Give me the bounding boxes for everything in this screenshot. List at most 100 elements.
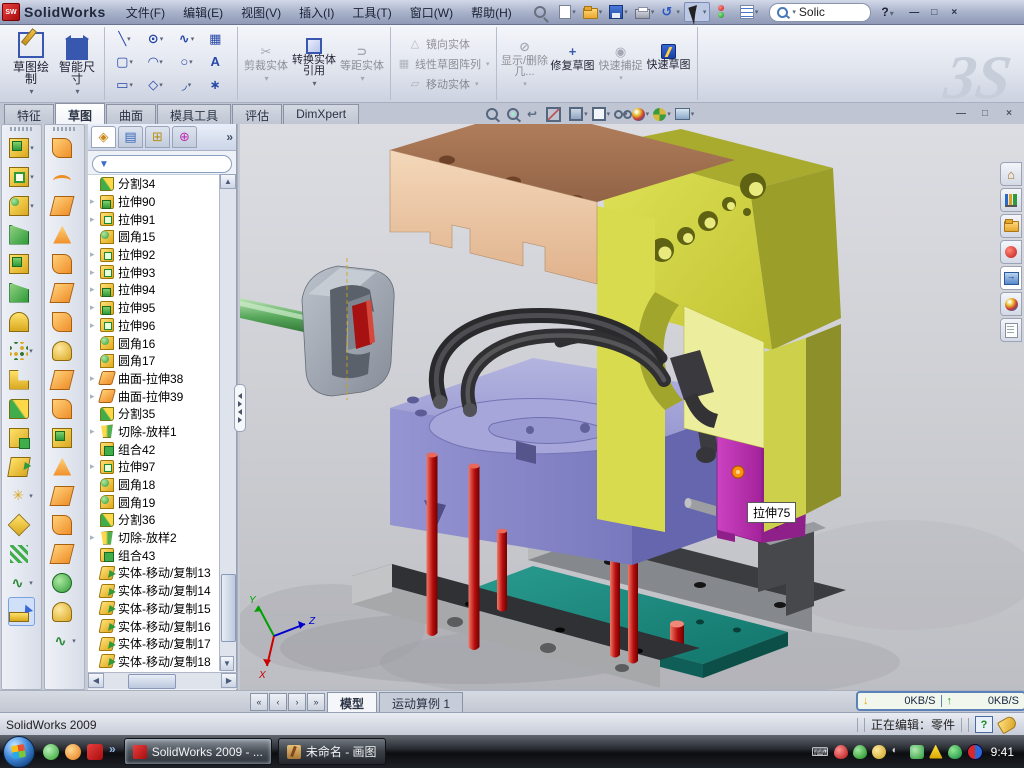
expand-arrow-icon[interactable] [90,196,100,207]
tray-icon[interactable] [872,745,886,759]
surface-tool-button[interactable]: ▾ [52,162,77,191]
tab-nav-button[interactable]: « [250,693,268,711]
view-tool-button[interactable]: ▾ [527,106,542,122]
ribbon-big-button[interactable]: 智能尺寸 [54,29,100,98]
task-pane-tab[interactable] [1000,214,1022,238]
sketch-entity-button[interactable]: ∿▾ [171,31,202,47]
toolbar-button[interactable]: ▾ [711,3,736,21]
feature-tool-button[interactable]: ▾ [8,249,35,278]
scroll-left-arrow[interactable]: ◀ [88,673,104,688]
view-tool-button[interactable]: ▾ [569,106,588,122]
ribbon-button[interactable]: ◉快速捕捉▾ [597,43,645,84]
graphics-viewport[interactable]: Y Z X [240,124,1024,690]
surface-tool-button[interactable]: ▾ [52,220,77,249]
expand-arrow-icon[interactable] [90,320,100,331]
ribbon-button[interactable]: +修复草图▾ [549,43,597,84]
feature-tree-item[interactable]: 实体-移动/复制15 [88,600,221,618]
task-pane-tab[interactable] [1000,292,1022,316]
feature-tool-button[interactable]: ▾ [8,539,35,568]
sprue-bushing-assembly[interactable] [240,258,394,400]
tray-icon[interactable] [910,745,924,759]
feature-tool-button[interactable]: ▾ [8,307,35,336]
panel-more-chevron[interactable]: » [226,130,233,144]
tray-icon[interactable] [948,745,962,759]
surface-tool-button[interactable]: ▾ [52,510,77,539]
toolbar-grip[interactable] [53,127,77,131]
surface-tool-button[interactable]: ▾ [52,539,77,568]
scroll-right-arrow[interactable]: ▶ [221,673,237,688]
sketch-entity-button[interactable]: ▦▾ [202,31,233,47]
ribbon-button[interactable]: ⊃等距实体 [338,43,386,84]
view-tool-button[interactable]: ▾ [486,106,503,122]
doc-restore-button[interactable]: □ [976,106,994,120]
scroll-thumb[interactable] [221,574,236,642]
task-pane-tab[interactable] [1000,162,1022,186]
quick-launch-icon[interactable] [87,744,103,760]
toolbar-grip[interactable] [10,127,34,131]
panel-tab[interactable]: ◈ [91,126,116,148]
feature-tree-item[interactable]: 拉伸95 [88,299,221,317]
menu-item[interactable]: 视图(V) [233,1,289,24]
model-tab[interactable]: 模型 [327,692,377,712]
close-button[interactable]: × [946,5,963,20]
feature-tool-button[interactable]: ▾ [8,568,35,597]
feature-tree-item[interactable]: 拉伸93 [88,263,221,281]
help-button[interactable]: ? [881,5,893,19]
doc-close-button[interactable]: × [1000,106,1018,120]
task-pane-tab[interactable] [1000,188,1022,212]
feature-tree-item[interactable]: 分割35 [88,405,221,423]
feature-tree-item[interactable]: 拉伸91 [88,210,221,228]
view-tool-button[interactable]: ▾ [632,106,650,122]
feature-tree-item[interactable]: 切除-放样1 [88,423,221,441]
tray-icon[interactable] [811,745,828,759]
scroll-down-arrow[interactable]: ▼ [220,656,234,671]
menu-item[interactable]: 帮助(H) [463,1,520,24]
taskbar-window-button[interactable]: SolidWorks 2009 - ... [124,738,272,765]
surface-tool-button[interactable]: ▾ [52,481,77,510]
feature-tool-button[interactable]: ▾ [8,394,35,423]
feature-tree-item[interactable]: 实体-移动/复制17 [88,635,221,653]
tag-icon[interactable] [997,715,1018,735]
taskbar-window-button[interactable]: 未命名 - 画图 [278,738,386,765]
expand-arrow-icon[interactable] [90,461,100,472]
exploded-mold-assembly[interactable]: Y Z X [240,124,1024,690]
quick-tips-button[interactable]: ? [975,716,993,733]
quick-launch-icon[interactable] [65,744,81,760]
surface-tool-button[interactable]: ▾ [52,394,77,423]
scroll-up-arrow[interactable]: ▲ [220,174,236,189]
surface-tool-button[interactable]: ▾ [52,568,77,597]
doc-minimize-button[interactable]: — [952,106,970,120]
feature-tree-item[interactable]: 组合43 [88,546,221,564]
surface-tool-button[interactable]: ▾ [52,365,77,394]
task-pane-tab[interactable] [1000,266,1022,290]
toolbar-button[interactable]: ▾ [606,3,631,21]
feature-tree-item[interactable]: 分割36 [88,511,221,529]
tab-nav-button[interactable]: » [307,693,325,711]
feature-tree-item[interactable]: 曲面-拉伸39 [88,387,221,405]
quick-launch-icon[interactable] [43,744,59,760]
ribbon-row-button[interactable]: ▱移动实体▾ [406,75,481,93]
surface-tool-button[interactable]: ▾ [52,307,77,336]
feature-tree-item[interactable]: 组合42 [88,440,221,458]
tree-horizontal-scrollbar[interactable]: ◀ ▶ [88,672,237,689]
feature-tree-item[interactable]: 圆角17 [88,352,221,370]
scroll-thumb[interactable] [128,674,176,689]
surface-tool-button[interactable]: ▾ [52,626,77,655]
toolbar-button[interactable]: ▾ [580,3,606,21]
sketch-entity-button[interactable]: ∗▾ [202,77,233,93]
tray-icon[interactable] [891,745,905,759]
tray-icon[interactable] [853,745,867,759]
ribbon-big-button[interactable]: 草图绘制 [8,30,54,98]
ribbon-row-button[interactable]: ▦线性草图阵列▾ [395,55,492,73]
view-tool-button[interactable]: ▾ [546,106,566,122]
view-tool-button[interactable]: ▾ [507,106,524,122]
toolbar-button[interactable]: ▾ [632,4,658,21]
quick-launch-chevron[interactable]: » [109,742,116,756]
menu-item[interactable]: 编辑(E) [175,1,231,24]
view-tool-button[interactable]: ▾ [653,106,671,122]
menu-item[interactable]: 窗口(W) [402,1,461,24]
panel-tab[interactable]: ⊞ [145,126,170,148]
sketch-entity-button[interactable]: ▭▾ [109,77,140,93]
feature-tree-item[interactable]: 分割34 [88,175,221,193]
sketch-entity-button[interactable]: ⊙▾ [140,31,171,47]
